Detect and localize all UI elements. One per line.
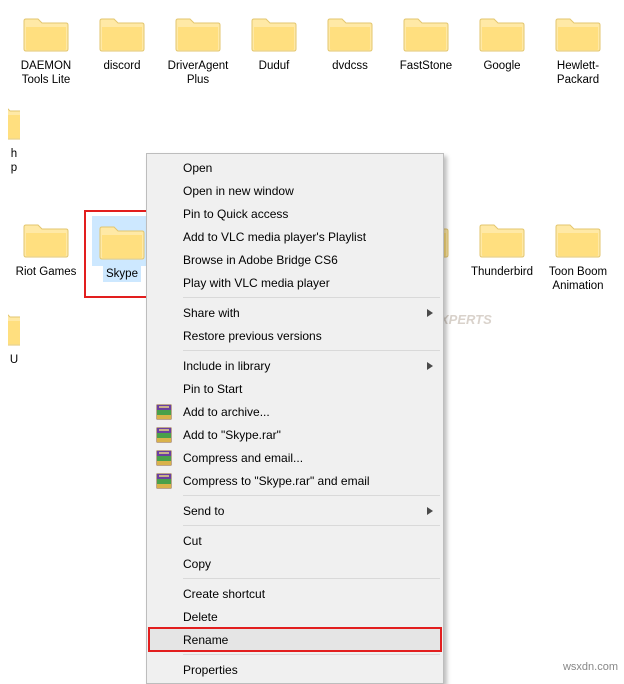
explorer-desktop: APPUALS TECH HOW-TO'S FROM THE EXPERTS D… xyxy=(0,0,624,677)
menu-item-browse-in-adobe-bridge-cs6[interactable]: Browse in Adobe Bridge CS6 xyxy=(149,248,441,271)
menu-item-label: Browse in Adobe Bridge CS6 xyxy=(183,253,338,267)
folder-label: DriverAgentPlus xyxy=(162,58,234,88)
attribution: wsxdn.com xyxy=(563,661,618,673)
menu-item-add-to-skype-rar[interactable]: Add to "Skype.rar" xyxy=(149,423,441,446)
folder-label: Google xyxy=(480,58,523,74)
menu-item-add-to-vlc-media-player-s-playlist[interactable]: Add to VLC media player's Playlist xyxy=(149,225,441,248)
folder-label: Duduf xyxy=(256,58,293,74)
menu-item-label: Send to xyxy=(183,504,224,518)
chevron-right-icon xyxy=(427,507,433,515)
folder-icon xyxy=(472,214,532,264)
folder-item[interactable]: Riot Games xyxy=(8,210,84,298)
menu-item-send-to[interactable]: Send to xyxy=(149,499,441,522)
menu-item-label: Cut xyxy=(183,534,202,548)
menu-item-create-shortcut[interactable]: Create shortcut xyxy=(149,582,441,605)
menu-item-label: Rename xyxy=(183,633,228,647)
menu-item-cut[interactable]: Cut xyxy=(149,529,441,552)
menu-separator xyxy=(183,495,440,496)
menu-item-label: Delete xyxy=(183,610,218,624)
folder-item[interactable]: Thunderbird xyxy=(464,210,540,298)
folder-icon xyxy=(168,8,228,58)
chevron-right-icon xyxy=(427,362,433,370)
folder-label: Riot Games xyxy=(13,264,80,280)
menu-separator xyxy=(183,350,440,351)
folder-icon xyxy=(548,214,608,264)
folder-item[interactable]: Duduf xyxy=(236,4,312,92)
menu-separator xyxy=(183,297,440,298)
folder-label: dvdcss xyxy=(329,58,371,74)
menu-item-add-to-archive[interactable]: Add to archive... xyxy=(149,400,441,423)
folder-icon xyxy=(8,96,20,146)
folder-label: U xyxy=(8,352,20,368)
folder-icon xyxy=(16,8,76,58)
folder-item[interactable]: dvdcss xyxy=(312,4,388,92)
folder-item[interactable]: Hewlett-Packard xyxy=(540,4,616,92)
menu-item-open[interactable]: Open xyxy=(149,156,441,179)
folder-icon xyxy=(16,214,76,264)
menu-item-label: Open xyxy=(183,161,212,175)
menu-item-pin-to-quick-access[interactable]: Pin to Quick access xyxy=(149,202,441,225)
menu-separator xyxy=(183,578,440,579)
menu-item-label: Add to VLC media player's Playlist xyxy=(183,230,366,244)
menu-separator xyxy=(183,525,440,526)
menu-item-label: Properties xyxy=(183,663,238,677)
menu-item-label: Play with VLC media player xyxy=(183,276,330,290)
folder-label: FastStone xyxy=(397,58,455,74)
folder-item[interactable]: Google xyxy=(464,4,540,92)
folder-label: Toon Boom Animation xyxy=(542,264,614,294)
menu-item-open-in-new-window[interactable]: Open in new window xyxy=(149,179,441,202)
folder-icon xyxy=(396,8,456,58)
folder-item[interactable]: FastStone xyxy=(388,4,464,92)
menu-item-label: Open in new window xyxy=(183,184,294,198)
folder-icon xyxy=(8,302,20,352)
menu-item-restore-previous-versions[interactable]: Restore previous versions xyxy=(149,324,441,347)
menu-item-label: Add to archive... xyxy=(183,405,270,419)
menu-item-compress-and-email[interactable]: Compress and email... xyxy=(149,446,441,469)
menu-item-copy[interactable]: Copy xyxy=(149,552,441,575)
menu-separator xyxy=(183,654,440,655)
menu-item-label: Compress to "Skype.rar" and email xyxy=(183,474,370,488)
folder-label: discord xyxy=(100,58,143,74)
menu-item-pin-to-start[interactable]: Pin to Start xyxy=(149,377,441,400)
folder-label: Skype xyxy=(103,266,141,282)
menu-item-properties[interactable]: Properties xyxy=(149,658,441,681)
rar-icon xyxy=(155,403,173,421)
folder-label: DAEMON Tools Lite xyxy=(10,58,82,88)
menu-item-label: Create shortcut xyxy=(183,587,265,601)
menu-item-compress-to-skype-rar-and-email[interactable]: Compress to "Skype.rar" and email xyxy=(149,469,441,492)
menu-item-label: Pin to Start xyxy=(183,382,242,396)
folder-item[interactable]: DAEMON Tools Lite xyxy=(8,4,84,92)
menu-item-include-in-library[interactable]: Include in library xyxy=(149,354,441,377)
rar-icon xyxy=(155,426,173,444)
chevron-right-icon xyxy=(427,309,433,317)
menu-item-delete[interactable]: Delete xyxy=(149,605,441,628)
rar-icon xyxy=(155,472,173,490)
folder-icon xyxy=(92,216,152,266)
folder-item[interactable]: discord xyxy=(84,4,160,92)
folder-item[interactable]: U xyxy=(8,298,20,372)
menu-item-label: Add to "Skype.rar" xyxy=(183,428,281,442)
folder-label: Hewlett-Packard xyxy=(542,58,614,88)
folder-item[interactable]: DriverAgentPlus xyxy=(160,4,236,92)
folder-icon xyxy=(92,8,152,58)
folder-item[interactable]: hp xyxy=(8,92,20,180)
menu-item-label: Restore previous versions xyxy=(183,329,322,343)
folder-label: Thunderbird xyxy=(468,264,536,280)
menu-item-label: Pin to Quick access xyxy=(183,207,288,221)
folder-icon xyxy=(472,8,532,58)
menu-item-share-with[interactable]: Share with xyxy=(149,301,441,324)
menu-item-label: Include in library xyxy=(183,359,270,373)
rar-icon xyxy=(155,449,173,467)
folder-icon xyxy=(548,8,608,58)
folder-icon xyxy=(320,8,380,58)
folder-item[interactable]: Toon Boom Animation xyxy=(540,210,616,298)
folder-icon xyxy=(244,8,304,58)
context-menu: Open Open in new window Pin to Quick acces… xyxy=(146,153,444,684)
menu-item-label: Compress and email... xyxy=(183,451,303,465)
menu-item-label: Copy xyxy=(183,557,211,571)
menu-item-play-with-vlc-media-player[interactable]: Play with VLC media player xyxy=(149,271,441,294)
folder-label: hp xyxy=(8,146,20,176)
menu-item-label: Share with xyxy=(183,306,240,320)
menu-item-rename[interactable]: Rename xyxy=(149,628,441,651)
